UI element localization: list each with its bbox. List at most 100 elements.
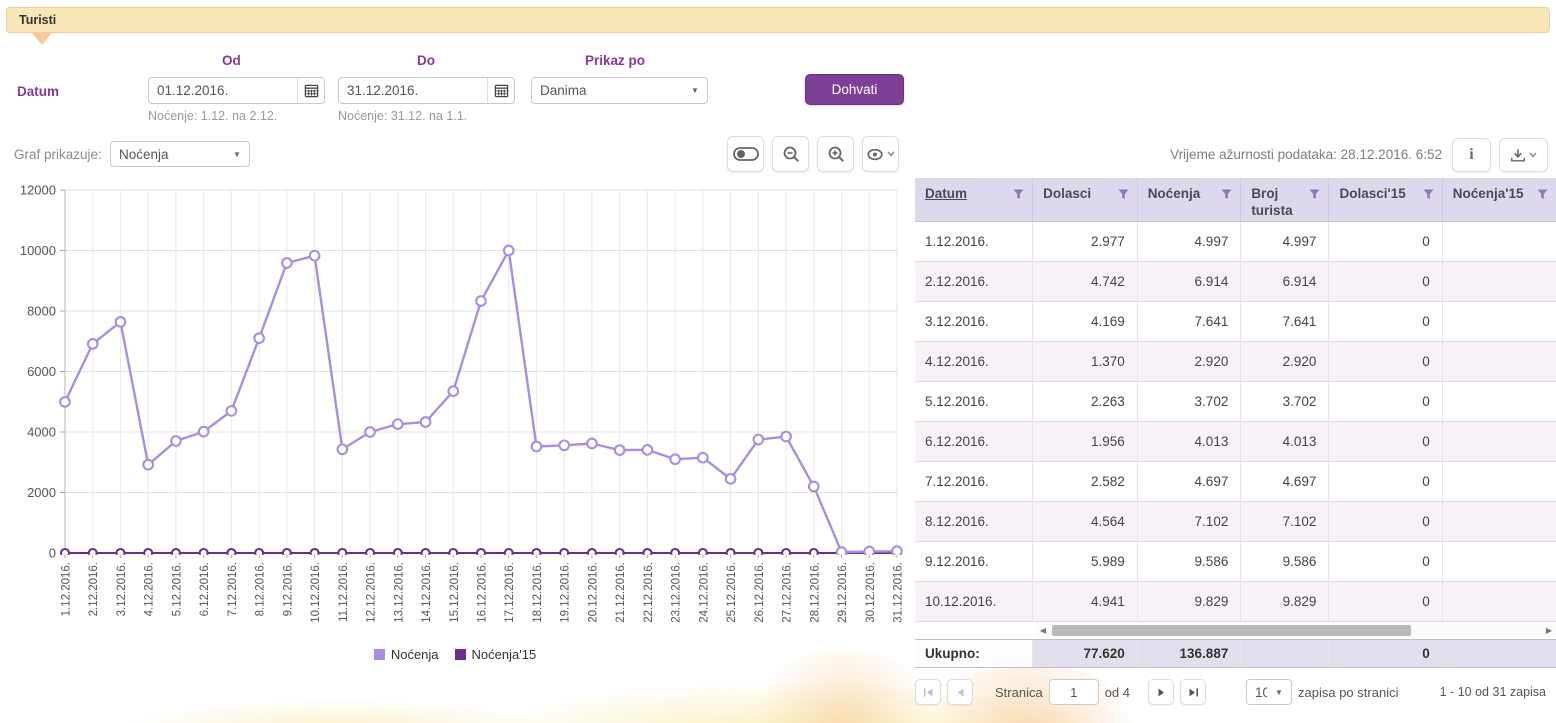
svg-text:8000: 8000 bbox=[27, 304, 56, 319]
table-row: 3.12.2016.4.1697.6417.6410 bbox=[915, 302, 1556, 342]
records-range-label: 1 - 10 od 31 zapisa bbox=[1440, 685, 1546, 699]
svg-text:22.12.2016.: 22.12.2016. bbox=[643, 562, 655, 623]
scroll-left-icon[interactable]: ◀ bbox=[1036, 626, 1050, 635]
legend-swatch-icon bbox=[455, 649, 466, 660]
table-cell bbox=[1443, 262, 1556, 301]
chevron-down-icon bbox=[887, 151, 895, 157]
table-cell: 1.370 bbox=[1033, 342, 1138, 381]
table-cell: 10.12.2016. bbox=[915, 582, 1033, 621]
date-to-input[interactable] bbox=[339, 83, 487, 98]
table-cell: 7.12.2016. bbox=[915, 462, 1033, 501]
calendar-icon[interactable] bbox=[297, 78, 324, 103]
zoom-out-icon bbox=[782, 145, 800, 163]
table-cell: 7.641 bbox=[1241, 302, 1329, 341]
filter-icon[interactable] bbox=[1537, 189, 1548, 200]
download-icon bbox=[1510, 148, 1526, 163]
table-cell: 0 bbox=[1329, 462, 1442, 501]
filter-icon[interactable] bbox=[1118, 189, 1129, 200]
dohvati-button[interactable]: Dohvati bbox=[805, 74, 904, 105]
first-page-button[interactable] bbox=[915, 679, 941, 705]
svg-text:2.12.2016.: 2.12.2016. bbox=[88, 562, 100, 616]
legend-item[interactable]: Noćenja'15 bbox=[455, 647, 537, 662]
page-size-select[interactable]: 10 ▼ bbox=[1246, 679, 1292, 705]
svg-text:20.12.2016.: 20.12.2016. bbox=[587, 562, 599, 623]
svg-text:27.12.2016.: 27.12.2016. bbox=[782, 562, 794, 623]
filter-icon[interactable] bbox=[1309, 189, 1320, 200]
table-row: 8.12.2016.4.5647.1027.1020 bbox=[915, 502, 1556, 542]
table-cell: 4.697 bbox=[1241, 462, 1329, 501]
column-header[interactable]: Dolasci'15 bbox=[1329, 178, 1442, 221]
svg-text:1.12.2016.: 1.12.2016. bbox=[61, 562, 73, 616]
svg-text:8.12.2016.: 8.12.2016. bbox=[255, 562, 267, 616]
table-cell: 3.702 bbox=[1241, 382, 1329, 421]
toggle-button[interactable] bbox=[727, 136, 764, 172]
legend-item[interactable]: Noćenja bbox=[374, 647, 439, 662]
prikaz-po-select[interactable]: Danima ▼ bbox=[531, 77, 708, 104]
page-number-input[interactable] bbox=[1049, 679, 1099, 705]
graf-prikazuje-value: Noćenja bbox=[111, 147, 225, 162]
column-header[interactable]: Noćenja bbox=[1138, 178, 1242, 221]
svg-text:11.12.2016.: 11.12.2016. bbox=[338, 562, 350, 622]
table-cell: 1.956 bbox=[1033, 422, 1138, 461]
tab-turisti[interactable]: Turisti bbox=[19, 13, 56, 27]
svg-text:23.12.2016.: 23.12.2016. bbox=[671, 562, 683, 623]
page-of-label: od 4 bbox=[1105, 685, 1130, 700]
page-size-label: zapisa po stranici bbox=[1298, 685, 1398, 700]
table-cell: 9.12.2016. bbox=[915, 542, 1033, 581]
last-page-button[interactable] bbox=[1180, 679, 1206, 705]
download-button[interactable] bbox=[1499, 138, 1548, 172]
table-cell: 4.169 bbox=[1033, 302, 1138, 341]
table-cell: 9.586 bbox=[1138, 542, 1242, 581]
zoom-in-button[interactable] bbox=[817, 136, 854, 172]
zoom-out-button[interactable] bbox=[772, 136, 809, 172]
table-cell bbox=[1443, 502, 1556, 541]
scrollbar-track[interactable] bbox=[1050, 624, 1542, 637]
table-cell: 5.989 bbox=[1033, 542, 1138, 581]
table-cell: 2.12.2016. bbox=[915, 262, 1033, 301]
table-cell: 1.12.2016. bbox=[915, 222, 1033, 261]
chevron-down-icon: ▼ bbox=[225, 150, 249, 159]
table-cell: 4.013 bbox=[1241, 422, 1329, 461]
table-cell bbox=[1443, 302, 1556, 341]
table-cell: 9.829 bbox=[1241, 582, 1329, 621]
table-cell bbox=[1443, 582, 1556, 621]
column-header[interactable]: Broj turista bbox=[1241, 178, 1329, 221]
horizontal-scrollbar: ◀ ▶ bbox=[1036, 622, 1556, 639]
table-row: 2.12.2016.4.7426.9146.9140 bbox=[915, 262, 1556, 302]
column-header[interactable]: Dolasci bbox=[1033, 178, 1138, 221]
svg-text:10000: 10000 bbox=[20, 243, 56, 258]
calendar-icon[interactable] bbox=[487, 78, 514, 103]
scrollbar-thumb[interactable] bbox=[1052, 625, 1411, 636]
svg-text:6000: 6000 bbox=[27, 364, 56, 379]
table-cell: 0 bbox=[1329, 582, 1442, 621]
scroll-right-icon[interactable]: ▶ bbox=[1542, 626, 1556, 635]
pagination-bar: Stranica od 4 10 ▼ zapisa po stranici bbox=[915, 679, 1398, 705]
svg-text:15.12.2016.: 15.12.2016. bbox=[449, 562, 461, 623]
table-cell: 0 bbox=[1329, 222, 1442, 261]
info-button[interactable]: i bbox=[1452, 138, 1491, 172]
filter-icon[interactable] bbox=[1221, 189, 1232, 200]
table-cell: 4.564 bbox=[1033, 502, 1138, 541]
data-updated-text: Vrijeme ažurnosti podataka: 28.12.2016. … bbox=[1170, 147, 1442, 162]
visibility-dropdown-button[interactable] bbox=[862, 136, 899, 172]
svg-text:5.12.2016.: 5.12.2016. bbox=[171, 562, 183, 616]
graf-prikazuje-select[interactable]: Noćenja ▼ bbox=[110, 141, 250, 167]
filter-icon[interactable] bbox=[1013, 189, 1024, 200]
column-header[interactable]: Noćenja'15 bbox=[1443, 178, 1556, 221]
table-cell: 4.12.2016. bbox=[915, 342, 1033, 381]
table-cell: 0 bbox=[1329, 542, 1442, 581]
table-cell bbox=[1443, 422, 1556, 461]
table-cell bbox=[1443, 382, 1556, 421]
stranica-label: Stranica bbox=[995, 685, 1043, 700]
next-page-button[interactable] bbox=[1148, 679, 1174, 705]
filter-icon[interactable] bbox=[1423, 189, 1434, 200]
date-from-input[interactable] bbox=[149, 83, 297, 98]
svg-text:19.12.2016.: 19.12.2016. bbox=[560, 562, 572, 623]
table-cell bbox=[1443, 542, 1556, 581]
line-chart[interactable]: 0200040006000800010000120001.12.2016.2.1… bbox=[0, 180, 910, 646]
svg-text:30.12.2016.: 30.12.2016. bbox=[865, 562, 877, 623]
table-cell bbox=[1443, 222, 1556, 261]
prev-page-button[interactable] bbox=[947, 679, 973, 705]
column-header[interactable]: Datum bbox=[915, 178, 1033, 221]
chevron-down-icon: ▼ bbox=[1267, 688, 1291, 697]
